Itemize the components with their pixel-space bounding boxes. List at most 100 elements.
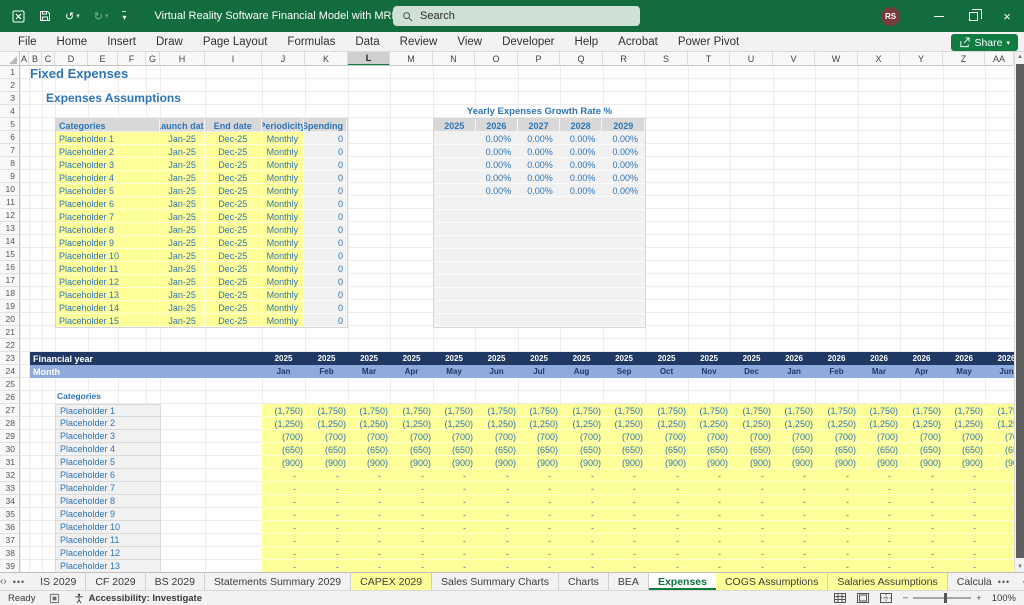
monthly-value-cell[interactable]: -: [645, 560, 688, 572]
row-header-31[interactable]: 31: [0, 456, 19, 469]
row-header-9[interactable]: 9: [0, 170, 19, 183]
monthly-value-cell[interactable]: (650): [815, 443, 858, 456]
assumptions-cell[interactable]: Monthly: [262, 262, 305, 275]
monthly-value-cell[interactable]: (1,250): [433, 417, 475, 430]
monthly-value-cell[interactable]: -: [262, 521, 305, 534]
monthly-value-cell[interactable]: (1,250): [645, 417, 688, 430]
monthly-value-cell[interactable]: (1,250): [305, 417, 348, 430]
monthly-value-cell[interactable]: (1,750): [433, 404, 475, 417]
assumptions-cell[interactable]: Dec-25: [205, 262, 262, 275]
monthly-value-cell[interactable]: (650): [858, 443, 900, 456]
vertical-scrollbar[interactable]: ▲ ▼: [1014, 52, 1024, 572]
assumptions-cell[interactable]: Dec-25: [205, 314, 262, 327]
monthly-value-cell[interactable]: -: [560, 534, 603, 547]
row-header-1[interactable]: 1: [0, 66, 19, 79]
row-header-32[interactable]: 32: [0, 469, 19, 482]
monthly-value-cell[interactable]: -: [348, 482, 390, 495]
close-button[interactable]: ×: [990, 0, 1024, 32]
row-header-13[interactable]: 13: [0, 222, 19, 235]
assumptions-cell[interactable]: 0: [304, 223, 347, 236]
assumptions-cell[interactable]: Monthly: [262, 210, 305, 223]
monthly-value-cell[interactable]: (700): [858, 430, 900, 443]
assumptions-cell[interactable]: 0: [304, 132, 347, 145]
assumptions-cell[interactable]: Dec-25: [205, 210, 262, 223]
monthly-value-cell[interactable]: (700): [305, 430, 348, 443]
row-header-27[interactable]: 27: [0, 404, 19, 417]
monthly-value-cell[interactable]: -: [390, 521, 433, 534]
column-header-G[interactable]: G: [146, 52, 160, 66]
monthly-value-cell[interactable]: (650): [773, 443, 815, 456]
monthly-value-cell[interactable]: -: [305, 508, 348, 521]
growth-year-header-cell[interactable]: 2025: [434, 119, 476, 132]
monthly-value-cell[interactable]: (700): [560, 430, 603, 443]
column-header-V[interactable]: V: [773, 52, 815, 66]
sheet-tab-bea[interactable]: BEA: [609, 573, 649, 590]
row-header-7[interactable]: 7: [0, 144, 19, 157]
assumptions-cell[interactable]: Placeholder 6: [56, 197, 160, 210]
assumptions-cell[interactable]: Monthly: [262, 171, 305, 184]
monthly-category-cell[interactable]: Placeholder 12: [55, 547, 161, 560]
monthly-value-cell[interactable]: -: [858, 482, 900, 495]
assumptions-cell[interactable]: Jan-25: [160, 249, 205, 262]
assumptions-cell[interactable]: Jan-25: [160, 184, 205, 197]
assumptions-cell[interactable]: 0: [304, 275, 347, 288]
monthly-value-cell[interactable]: (1,750): [858, 404, 900, 417]
monthly-value-cell[interactable]: -: [943, 560, 985, 572]
zoom-slider[interactable]: − +: [903, 593, 982, 604]
growth-cell[interactable]: 0.00%: [602, 171, 645, 184]
sheet-more-left-icon[interactable]: •••: [7, 573, 31, 590]
monthly-value-cell[interactable]: -: [433, 547, 475, 560]
monthly-value-cell[interactable]: (700): [985, 430, 1014, 443]
monthly-value-cell[interactable]: (650): [943, 443, 985, 456]
monthly-value-cell[interactable]: -: [688, 508, 730, 521]
zoom-out-icon[interactable]: −: [903, 593, 909, 604]
monthly-value-cell[interactable]: -: [900, 521, 943, 534]
monthly-category-cell[interactable]: Placeholder 3: [55, 430, 161, 443]
column-header-K[interactable]: K: [305, 52, 348, 66]
avatar[interactable]: RS: [881, 7, 900, 26]
monthly-value-cell[interactable]: (1,750): [560, 404, 603, 417]
monthly-value-cell[interactable]: -: [560, 560, 603, 572]
month-cell[interactable]: Oct: [645, 365, 688, 378]
monthly-value-cell[interactable]: -: [815, 469, 858, 482]
monthly-value-cell[interactable]: -: [475, 495, 518, 508]
assumptions-cell[interactable]: Placeholder 11: [56, 262, 160, 275]
assumptions-cell[interactable]: Monthly: [262, 158, 305, 171]
monthly-value-cell[interactable]: -: [815, 482, 858, 495]
monthly-value-cell[interactable]: -: [475, 547, 518, 560]
assumptions-cell[interactable]: 0: [304, 158, 347, 171]
growth-cell[interactable]: 0.00%: [476, 158, 519, 171]
monthly-value-cell[interactable]: (700): [730, 430, 773, 443]
monthly-value-cell[interactable]: -: [985, 534, 1014, 547]
monthly-value-cell[interactable]: -: [943, 547, 985, 560]
growth-cell[interactable]: 0.00%: [602, 184, 645, 197]
growth-cell[interactable]: 0.00%: [602, 145, 645, 158]
growth-cell[interactable]: 0.00%: [476, 171, 519, 184]
growth-cell[interactable]: [434, 288, 645, 301]
ribbon-tab-file[interactable]: File: [8, 34, 47, 50]
assumptions-cell[interactable]: Dec-25: [205, 275, 262, 288]
row-header-2[interactable]: 2: [0, 79, 19, 92]
assumptions-cell[interactable]: Dec-25: [205, 184, 262, 197]
assumptions-cell[interactable]: Jan-25: [160, 236, 205, 249]
monthly-value-cell[interactable]: (650): [900, 443, 943, 456]
row-header-22[interactable]: 22: [0, 339, 19, 352]
growth-year-header-cell[interactable]: 2028: [560, 119, 603, 132]
month-cell[interactable]: May: [433, 365, 475, 378]
monthly-value-cell[interactable]: -: [943, 508, 985, 521]
monthly-value-cell[interactable]: (900): [262, 456, 305, 469]
monthly-value-cell[interactable]: -: [730, 482, 773, 495]
monthly-value-cell[interactable]: -: [900, 547, 943, 560]
assumptions-cell[interactable]: Placeholder 2: [56, 145, 160, 158]
monthly-value-cell[interactable]: (1,250): [900, 417, 943, 430]
assumptions-cell[interactable]: Placeholder 5: [56, 184, 160, 197]
monthly-value-cell[interactable]: -: [688, 534, 730, 547]
column-header-X[interactable]: X: [858, 52, 900, 66]
monthly-value-cell[interactable]: (1,250): [475, 417, 518, 430]
assumptions-cell[interactable]: Jan-25: [160, 288, 205, 301]
row-header-4[interactable]: 4: [0, 105, 19, 118]
monthly-value-cell[interactable]: (900): [433, 456, 475, 469]
ribbon-tab-review[interactable]: Review: [390, 34, 448, 50]
growth-cell[interactable]: 0.00%: [602, 132, 645, 145]
growth-cell[interactable]: [434, 197, 645, 210]
